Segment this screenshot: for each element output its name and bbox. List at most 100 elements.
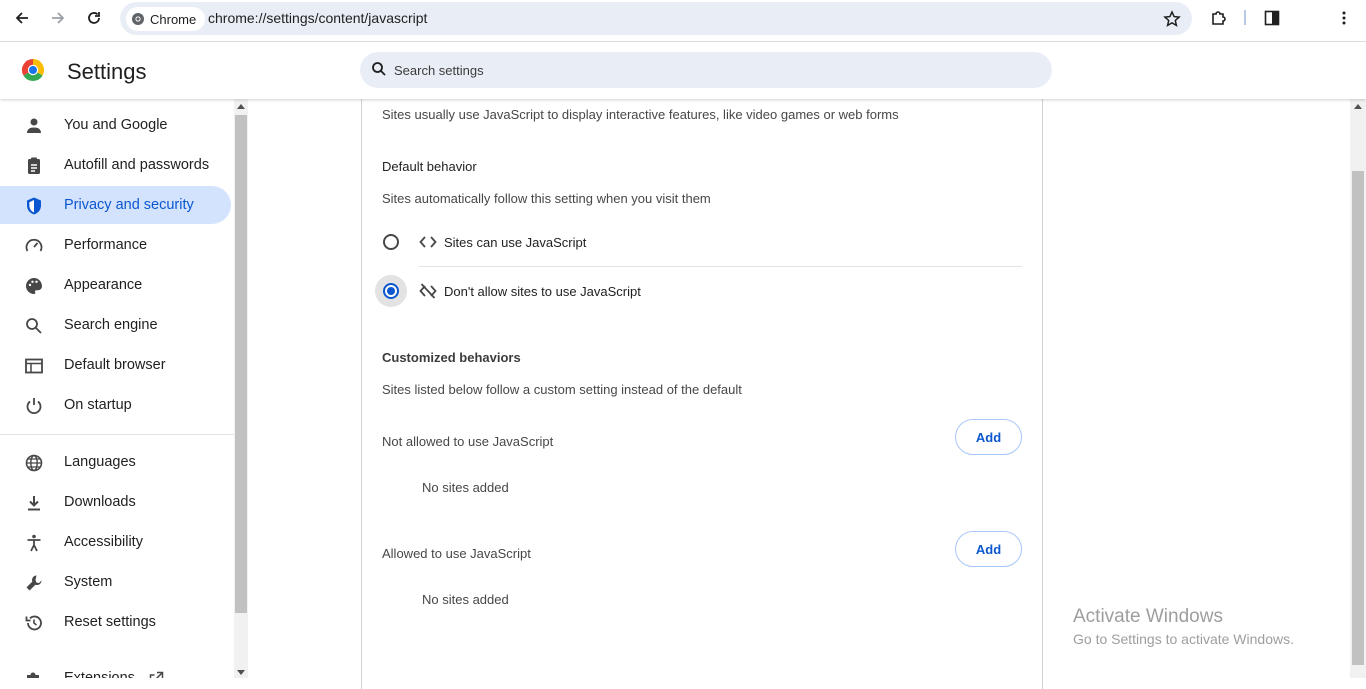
radio-block[interactable] [383, 283, 399, 299]
sidebar-item-label: You and Google [64, 117, 168, 133]
main-scrollbar[interactable] [1350, 99, 1366, 678]
add-allowed-button[interactable]: Add [955, 531, 1022, 567]
sidebar-item-system[interactable]: System [0, 563, 231, 601]
sidebar-item-default-browser[interactable]: Default browser [0, 346, 231, 384]
more-vert-icon [1342, 11, 1346, 25]
sidebar-item-appearance[interactable]: Appearance [0, 266, 231, 304]
sidebar-item-label: Performance [64, 237, 148, 253]
scroll-down-arrow-icon[interactable] [237, 670, 245, 675]
sidebar-item-label: Appearance [64, 277, 143, 293]
site-info-chip[interactable]: Chrome [126, 7, 206, 31]
chrome-logo [21, 58, 45, 87]
page-title: Settings [67, 59, 147, 84]
sidebar-item-label: Privacy and security [64, 197, 194, 213]
address-bar[interactable]: Chrome chrome://settings/content/javascr… [120, 2, 1192, 35]
sidebar-item-label: Default browser [64, 357, 166, 373]
allowed-empty-text: No sites added [422, 592, 509, 607]
puzzle-icon [27, 672, 39, 678]
sidebar-item-search-engine[interactable]: Search engine [0, 306, 231, 344]
sidebar-divider [0, 434, 234, 435]
watermark-title: Activate Windows [1073, 606, 1223, 627]
star-icon [1163, 10, 1181, 27]
sidebar-item-downloads[interactable]: Downloads [0, 483, 231, 521]
settings-search[interactable] [360, 52, 1052, 88]
browser-toolbar: Chrome chrome://settings/content/javascr… [0, 0, 1366, 42]
javascript-settings-card: Sites usually use JavaScript to display … [361, 99, 1043, 689]
sidebar-item-you-and-google[interactable]: You and Google [0, 106, 231, 144]
radio-option-block[interactable]: Don't allow sites to use JavaScript [362, 274, 1042, 308]
sidebar-item-label: Extensions [64, 670, 135, 678]
radio-block-label: Don't allow sites to use JavaScript [444, 284, 641, 299]
sidebar-item-extensions[interactable]: Extensions [0, 659, 231, 678]
accessibility-icon [27, 534, 41, 552]
sidebar-item-languages[interactable]: Languages [0, 443, 231, 481]
activate-windows-watermark: Activate Windows Go to Settings to activ… [1073, 606, 1294, 647]
scroll-up-arrow-icon[interactable] [237, 104, 245, 109]
sidebar-item-reset-settings[interactable]: Reset settings [0, 603, 231, 641]
reload-icon [88, 12, 100, 24]
back-button[interactable] [6, 5, 38, 31]
url-text[interactable]: chrome://settings/content/javascript [208, 2, 427, 35]
sidebar-item-label: Reset settings [64, 614, 156, 630]
settings-header: Settings [0, 42, 1366, 99]
not-allowed-empty-text: No sites added [422, 480, 509, 495]
sidebar-scrollbar[interactable] [234, 99, 248, 678]
browser-window-icon [25, 358, 43, 374]
radio-allow-label: Sites can use JavaScript [444, 235, 587, 250]
sidebar-item-performance[interactable]: Performance [0, 226, 231, 264]
clipboard-icon [28, 157, 40, 174]
shield-icon [27, 197, 41, 215]
download-icon [28, 496, 40, 511]
extensions-button[interactable] [1203, 5, 1235, 31]
sidebar-item-label: Autofill and passwords [64, 157, 210, 173]
chrome-logo-icon [21, 59, 45, 82]
history-icon [25, 615, 42, 631]
globe-icon [25, 454, 43, 472]
back-arrow-icon [15, 12, 28, 24]
person-icon [27, 118, 41, 133]
sidebar-item-label: Accessibility [64, 534, 143, 550]
speedometer-icon [25, 238, 43, 252]
toolbar-divider [1244, 10, 1246, 25]
reload-button[interactable] [78, 5, 110, 31]
sidebar-item-label: Downloads [64, 494, 136, 510]
sidebar-item-privacy-and-security[interactable]: Privacy and security [0, 186, 231, 224]
main-scrollbar-thumb[interactable] [1352, 171, 1364, 665]
customized-behaviors-heading: Customized behaviors [382, 350, 521, 365]
bookmark-star-button[interactable] [1158, 5, 1186, 33]
sidebar-scrollbar-thumb[interactable] [235, 115, 247, 613]
chrome-logo-icon [132, 13, 144, 25]
not-allowed-label: Not allowed to use JavaScript [382, 434, 554, 449]
menu-button[interactable] [1328, 5, 1360, 31]
side-panel-icon [1264, 10, 1280, 26]
side-panel-button[interactable] [1256, 5, 1288, 31]
search-input[interactable] [394, 52, 994, 88]
radio-allow[interactable] [383, 234, 399, 250]
settings-sidebar: You and Google Autofill and passwords Pr… [0, 99, 234, 678]
watermark-subtitle: Go to Settings to activate Windows. [1073, 631, 1294, 647]
sidebar-item-accessibility[interactable]: Accessibility [0, 523, 231, 561]
open-in-new-icon [149, 671, 164, 678]
add-not-allowed-button[interactable]: Add [955, 419, 1022, 455]
sidebar-item-autofill[interactable]: Autofill and passwords [0, 146, 231, 184]
option-divider [419, 266, 1022, 267]
allowed-label: Allowed to use JavaScript [382, 546, 531, 561]
forward-button[interactable] [42, 5, 74, 31]
puzzle-icon [1212, 11, 1226, 25]
sidebar-item-label: Search engine [64, 317, 158, 333]
code-off-icon [419, 283, 437, 299]
wrench-icon [26, 575, 42, 591]
sidebar-item-label: On startup [64, 397, 132, 413]
intro-text: Sites usually use JavaScript to display … [382, 107, 899, 122]
forward-arrow-icon [52, 12, 65, 24]
radio-option-allow[interactable]: Sites can use JavaScript [362, 225, 1042, 259]
code-icon [419, 236, 437, 248]
sidebar-item-on-startup[interactable]: On startup [0, 386, 231, 424]
sidebar-item-label: Languages [64, 454, 136, 470]
default-behavior-description: Sites automatically follow this setting … [382, 191, 711, 206]
sidebar-item-label: System [64, 574, 113, 590]
palette-icon [26, 278, 42, 294]
scroll-up-arrow-icon[interactable] [1354, 104, 1362, 109]
search-icon [372, 62, 386, 76]
default-behavior-heading: Default behavior [382, 159, 477, 174]
